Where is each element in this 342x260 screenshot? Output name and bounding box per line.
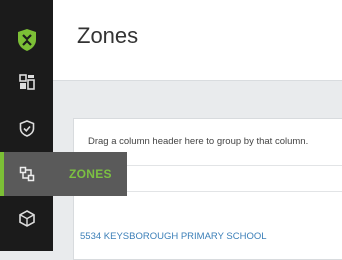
active-indicator <box>0 152 4 196</box>
sidebar-item-zones[interactable] <box>0 152 53 196</box>
sidebar-item-shield[interactable] <box>0 106 53 150</box>
shield-check-icon <box>19 119 34 137</box>
sidebar <box>0 0 53 251</box>
table-row[interactable]: 5534 KEYSBOROUGH PRIMARY SCHOOL <box>74 223 342 251</box>
shield-logo-icon <box>17 29 36 51</box>
zones-flyout-label[interactable]: ZONES <box>53 152 127 196</box>
sidebar-item-dashboard[interactable] <box>0 60 53 104</box>
page-header: Zones <box>53 0 342 80</box>
header-divider <box>53 80 342 81</box>
page-title: Zones <box>77 23 139 48</box>
group-hint-text: Drag a column header here to group by th… <box>88 136 309 147</box>
dashboard-icon <box>18 74 35 90</box>
sidebar-logo[interactable] <box>0 18 53 62</box>
zones-network-icon <box>19 166 34 182</box>
cube-icon <box>18 209 35 227</box>
sidebar-item-devices[interactable] <box>0 196 53 240</box>
zone-name-link[interactable]: 5534 KEYSBOROUGH PRIMARY SCHOOL <box>80 231 267 242</box>
